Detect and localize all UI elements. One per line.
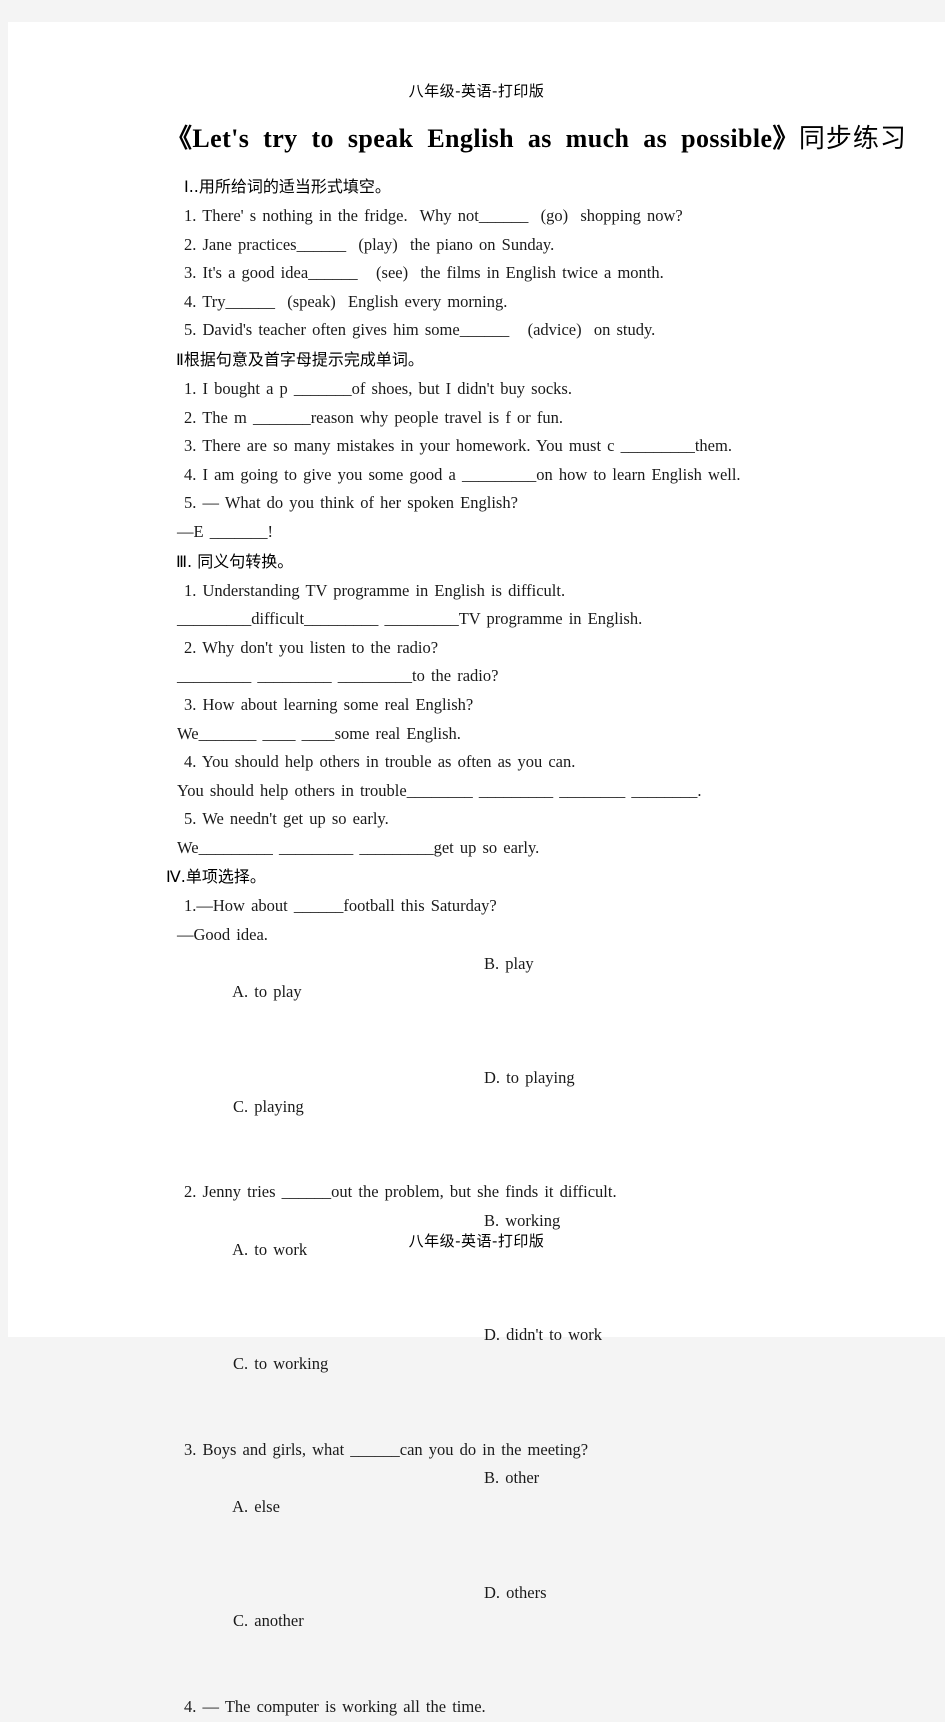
mc-option-c[interactable]: C. another: [233, 1611, 304, 1630]
question-line: 3. It's a good idea______ (see) the film…: [184, 263, 664, 283]
answer-blank-line: We_______ ____ ____some real English.: [177, 723, 461, 743]
question-line: 4. You should help others in trouble as …: [184, 752, 576, 772]
question-line: 5. — What do you think of her spoken Eng…: [184, 493, 518, 513]
mc-question-stem: 1.—How about ______football this Saturda…: [184, 896, 497, 916]
section-heading-2: Ⅱ根据句意及首字母提示完成单词。: [176, 349, 424, 369]
question-line: 3. How about learning some real English?: [184, 694, 474, 714]
question-line: 4. Try______ (speak) English every morni…: [184, 291, 508, 311]
question-line: 1. Understanding TV programme in English…: [184, 580, 566, 600]
mc-question-stem: 2. Jenny tries ______out the problem, bu…: [184, 1182, 617, 1202]
mc-option-c[interactable]: C. playing: [233, 1097, 304, 1116]
question-line: 1. I bought a p _______of shoes, but I d…: [184, 378, 572, 398]
question-line: 5. David's teacher often gives him some_…: [184, 320, 656, 340]
document-page: 八年级-英语-打印版 《Let's try to speak English a…: [8, 22, 945, 1716]
mc-option-d[interactable]: D. didn't to work: [484, 1321, 602, 1350]
mc-option-row: A. to play B. play: [8, 950, 945, 1064]
page-title-english: 《Let's try to speak English as much as p…: [166, 124, 799, 153]
question-line: 2. Why don't you listen to the radio?: [184, 637, 439, 657]
mc-option-row: C. playing D. to playing: [8, 1064, 945, 1178]
mc-option-a[interactable]: A. else: [232, 1497, 280, 1516]
mc-option-row: A. to work B. working: [8, 1207, 945, 1321]
answer-blank-line: You should help others in trouble_______…: [177, 780, 702, 800]
question-line: 2. The m _______reason why people travel…: [184, 407, 563, 427]
question-line: 3. There are so many mistakes in your ho…: [184, 436, 732, 456]
section-heading-4: Ⅳ.单项选择。: [166, 867, 266, 887]
question-line: 5. We needn't get up so early.: [184, 809, 389, 829]
mc-option-d[interactable]: D. to playing: [484, 1064, 575, 1093]
mc-option-d[interactable]: D. others: [484, 1579, 547, 1608]
mc-option-row: C. to working D. didn't to work: [8, 1321, 945, 1435]
mc-option-row: C. another D. others: [8, 1579, 945, 1693]
mc-option-c[interactable]: C. to working: [233, 1354, 328, 1373]
question-line: 1. There' s nothing in the fridge. Why n…: [184, 206, 683, 225]
answer-blank-line: We_________ _________ _________get up so…: [177, 837, 540, 857]
page-title-chinese: 同步练习: [798, 124, 907, 154]
question-line: 2. Jane practices______ (play) the piano…: [184, 234, 555, 254]
mc-option-a[interactable]: A. to play: [232, 982, 302, 1001]
mc-option-row: A. else B. other: [8, 1464, 945, 1578]
question-line: 4. I am going to give you some good a __…: [184, 464, 741, 484]
mc-option-b[interactable]: B. play: [484, 950, 534, 979]
mc-question-stem: 4. — The computer is working all the tim…: [184, 1697, 486, 1717]
running-head: 八年级-英语-打印版: [408, 82, 545, 100]
exercise-body: Ⅰ..用所给词的适当形式填空。 1. There' s nothing in t…: [8, 172, 945, 1722]
mc-question-stem: 3. Boys and girls, what ______can you do…: [184, 1439, 589, 1459]
running-foot: 八年级-英语-打印版: [408, 1232, 545, 1250]
section-heading-3: Ⅲ. 同义句转换。: [176, 551, 294, 571]
mc-option-b[interactable]: B. other: [484, 1464, 539, 1493]
mc-question-stem-response: —Good idea.: [177, 925, 268, 945]
section-heading-1: Ⅰ..用所给词的适当形式填空。: [184, 177, 391, 196]
question-line: —E _______!: [177, 521, 273, 541]
page-title: 《Let's try to speak English as much as p…: [166, 118, 906, 155]
answer-blank-line: _________ _________ _________to the radi…: [177, 666, 499, 686]
answer-blank-line: _________difficult_________ _________TV …: [177, 609, 643, 629]
